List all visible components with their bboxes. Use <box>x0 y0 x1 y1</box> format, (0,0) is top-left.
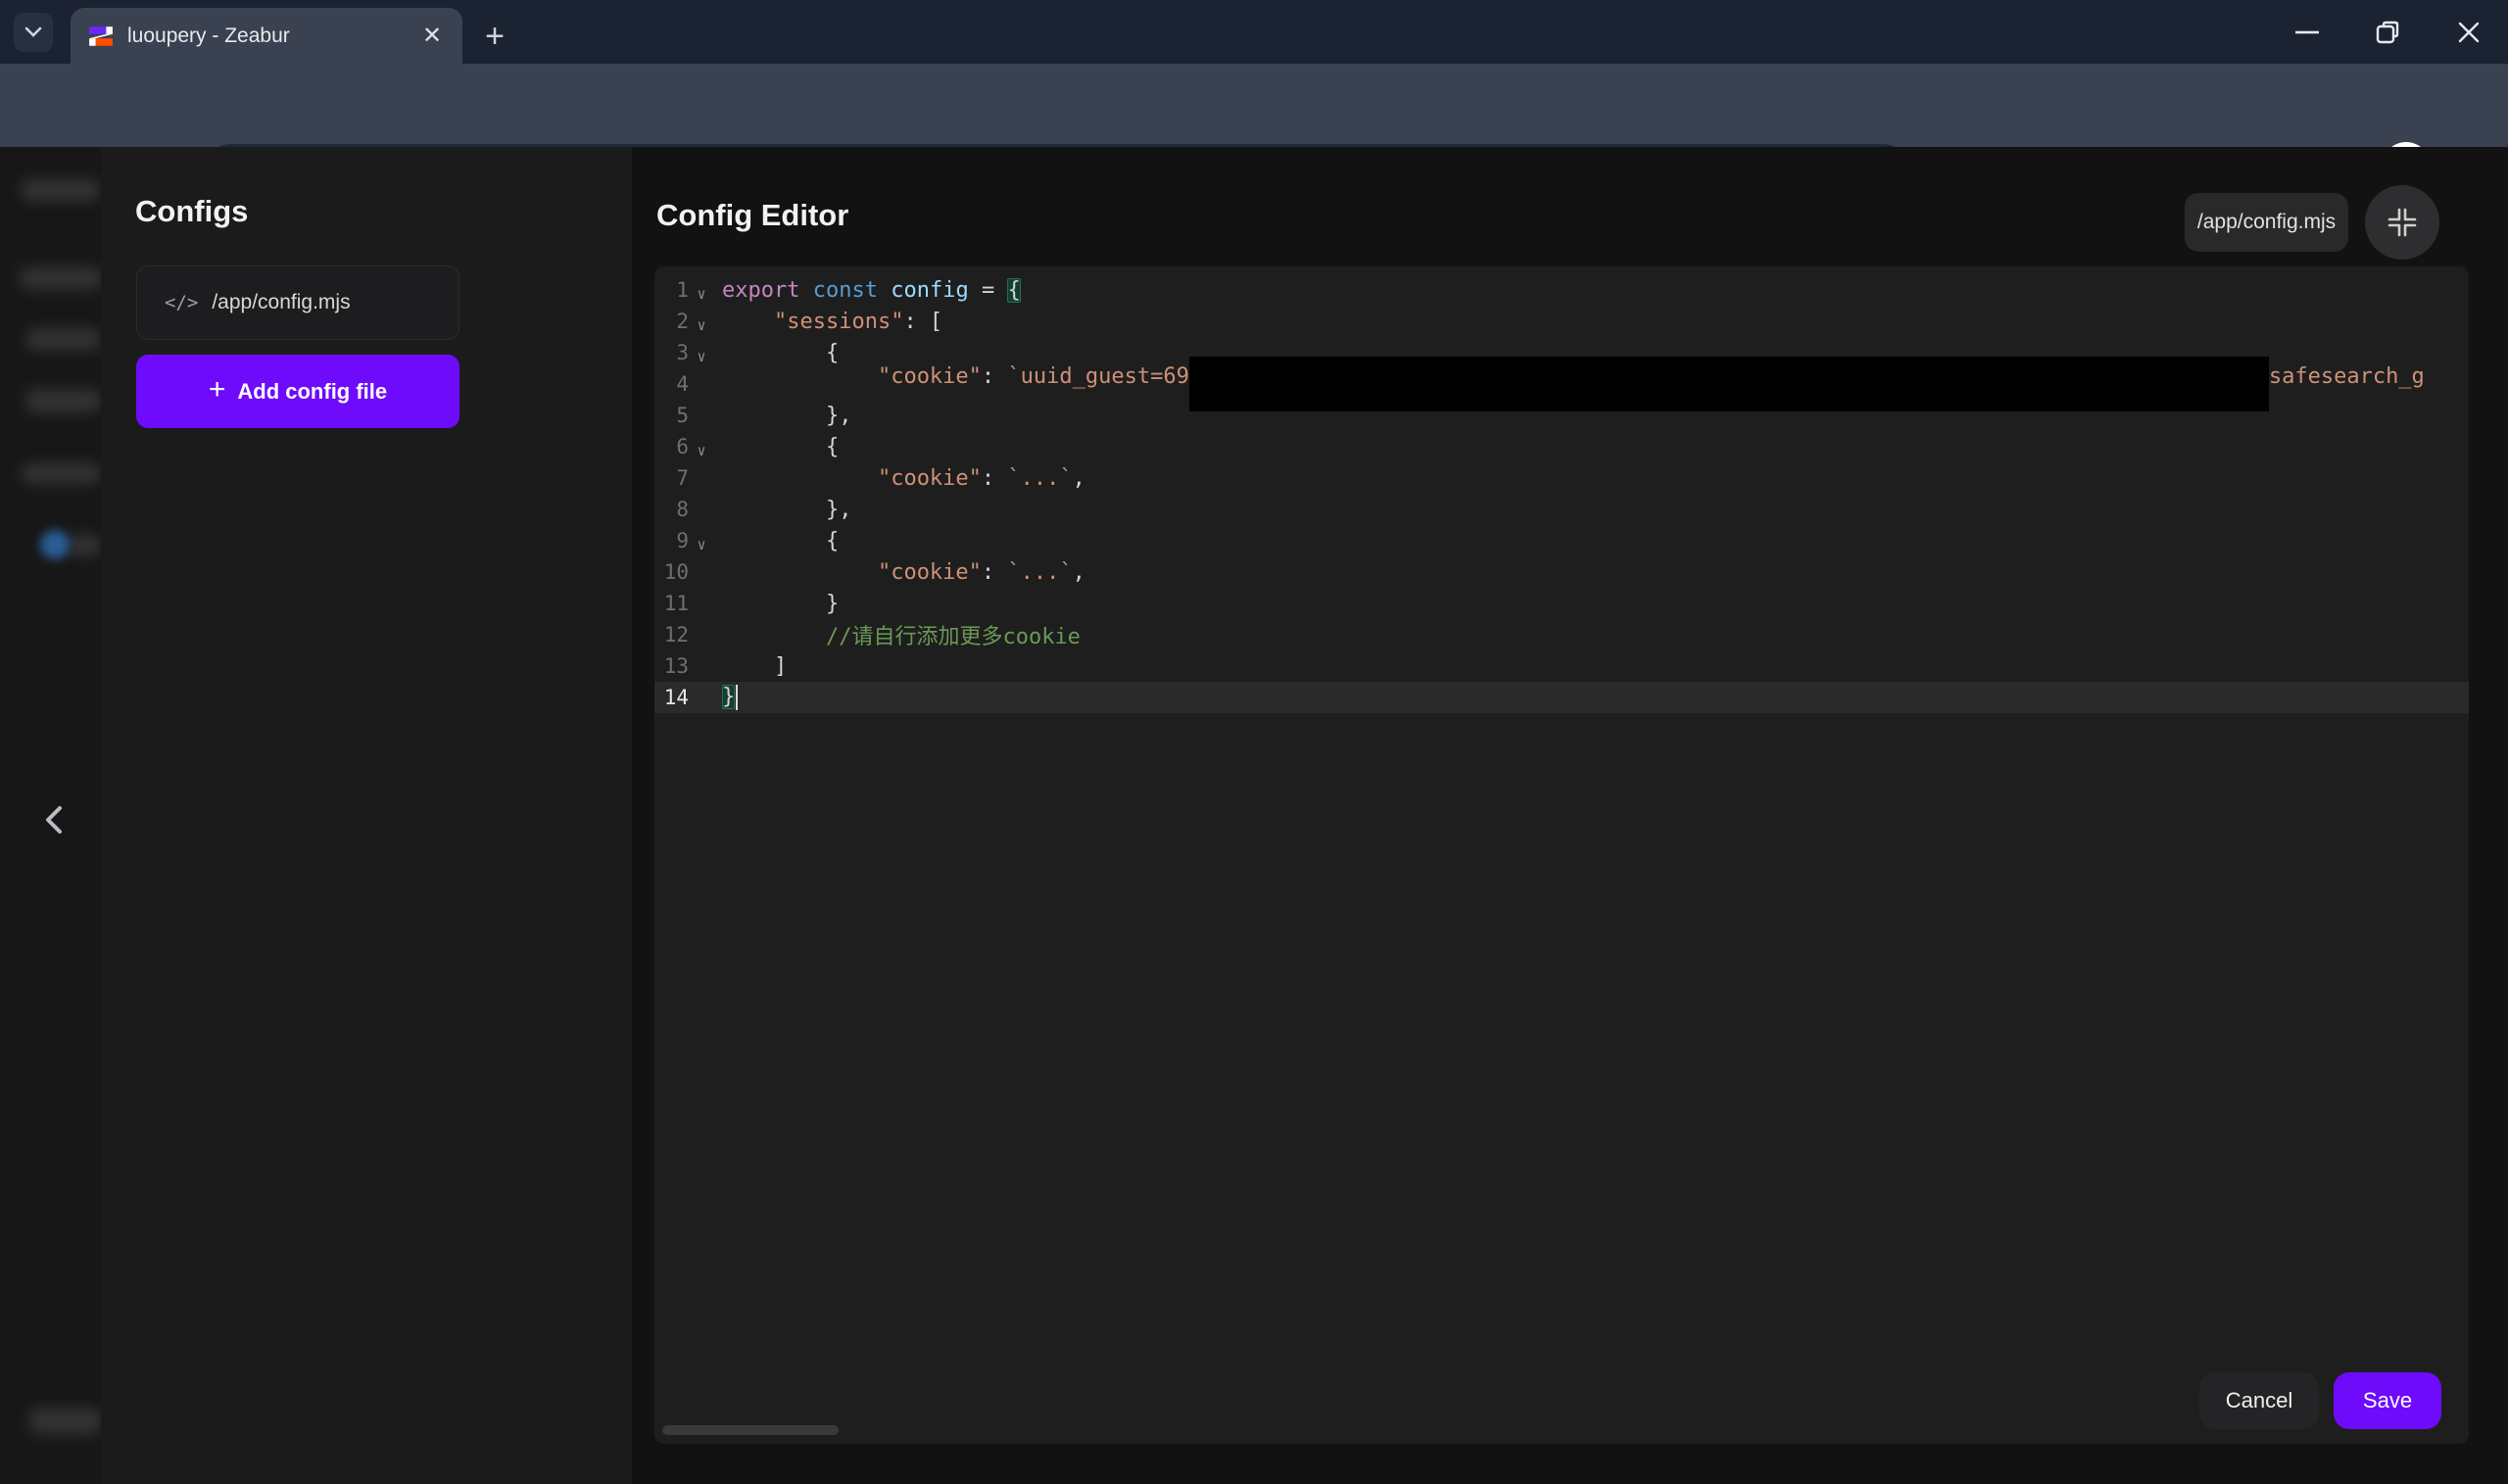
line-number: 10 <box>654 560 689 584</box>
service-status-dot <box>40 530 70 559</box>
browser-titlebar: luoupery - Zeabur ✕ + <box>0 0 2508 64</box>
code-text: }, <box>722 498 851 522</box>
tab-search-button[interactable] <box>14 13 53 52</box>
text-cursor <box>736 685 738 710</box>
fold-chevron-icon[interactable]: ∨ <box>689 285 714 303</box>
zeabur-favicon <box>88 24 114 49</box>
window-close-button[interactable] <box>2430 0 2508 64</box>
code-line-1[interactable]: 1∨ export const config = { <box>654 274 2469 306</box>
configs-panel: Configs </> /app/config.mjs + Add config… <box>101 147 632 1484</box>
close-icon <box>2458 22 2480 43</box>
code-line-7[interactable]: 7 "cookie": `...`, <box>654 462 2469 494</box>
code-line-10[interactable]: 10 "cookie": `...`, <box>654 556 2469 588</box>
sidebar-item-redacted[interactable] <box>29 1409 102 1434</box>
service-sidebar <box>0 147 101 1484</box>
sidebar-item-redacted[interactable] <box>69 535 101 556</box>
save-button[interactable]: Save <box>2334 1372 2441 1429</box>
sidebar-item-redacted[interactable] <box>20 267 103 289</box>
window-minimize-button[interactable] <box>2268 0 2346 64</box>
code-text: { <box>722 529 839 553</box>
contract-arrows-icon <box>2387 207 2418 238</box>
code-line-4[interactable]: 4 "cookie": `uuid_guest=69safesearch_g <box>654 368 2469 400</box>
sidebar-item-redacted[interactable] <box>26 328 101 350</box>
line-number: 4 <box>654 372 689 396</box>
editor-contract-button[interactable] <box>2365 185 2439 260</box>
line-number: 11 <box>654 592 689 615</box>
code-line-9[interactable]: 9∨ { <box>654 525 2469 556</box>
config-file-item[interactable]: </> /app/config.mjs <box>136 265 459 340</box>
line-number: 1 <box>654 278 689 302</box>
fold-chevron-icon[interactable]: ∨ <box>689 348 714 365</box>
line-number: 3 <box>654 341 689 364</box>
chevron-left-icon <box>43 805 65 835</box>
new-tab-button[interactable]: + <box>476 18 513 55</box>
line-number: 14 <box>654 686 689 709</box>
chevron-down-icon <box>24 26 42 38</box>
code-text: { <box>722 435 839 459</box>
code-text: "cookie": `...`, <box>722 560 1085 585</box>
code-line-2[interactable]: 2∨ "sessions": [ <box>654 306 2469 337</box>
fold-chevron-icon[interactable]: ∨ <box>689 442 714 459</box>
browser-toolbar: zeabur.com/projects/67e69330f4d95a5bf2de… <box>0 64 2508 147</box>
code-text: "sessions": [ <box>722 310 942 334</box>
sidebar-item-redacted[interactable] <box>26 389 101 412</box>
restore-icon <box>2376 21 2399 44</box>
sidebar-item-redacted[interactable] <box>22 463 101 484</box>
code-text: //请自行添加更多cookie <box>722 619 1081 650</box>
code-text: export const config = { <box>722 278 1021 303</box>
code-text: }, <box>722 404 851 428</box>
code-line-11[interactable]: 11 } <box>654 588 2469 619</box>
code-text: ] <box>722 654 787 679</box>
minimize-icon <box>2295 30 2319 34</box>
line-number: 12 <box>654 623 689 646</box>
plus-icon: + <box>209 373 226 407</box>
configs-panel-title: Configs <box>135 194 248 229</box>
code-text: } <box>722 592 839 616</box>
code-line-12[interactable]: 12 //请自行添加更多cookie <box>654 619 2469 650</box>
editor-file-badge: /app/config.mjs <box>2185 193 2348 252</box>
code-line-5[interactable]: 5 }, <box>654 400 2469 431</box>
line-number: 7 <box>654 466 689 490</box>
cancel-button[interactable]: Cancel <box>2199 1372 2319 1429</box>
line-number: 5 <box>654 404 689 427</box>
line-number: 6 <box>654 435 689 458</box>
fold-chevron-icon[interactable]: ∨ <box>689 316 714 334</box>
code-line-13[interactable]: 13 ] <box>654 650 2469 682</box>
code-editor[interactable]: 1∨export const config = {2∨ "sessions": … <box>654 266 2469 1444</box>
config-file-name: /app/config.mjs <box>212 291 350 314</box>
add-config-file-label: Add config file <box>237 379 387 405</box>
code-line-6[interactable]: 6∨ { <box>654 431 2469 462</box>
fold-chevron-icon[interactable]: ∨ <box>689 536 714 553</box>
code-text: } <box>722 685 738 710</box>
line-number: 13 <box>654 654 689 678</box>
line-number: 2 <box>654 310 689 333</box>
horizontal-scrollbar[interactable] <box>662 1425 839 1435</box>
code-text: "cookie": `...`, <box>722 466 1085 491</box>
sidebar-item-redacted[interactable] <box>22 179 100 201</box>
window-restore-button[interactable] <box>2348 0 2427 64</box>
config-editor-section: Config Editor /app/config.mjs 1∨export c… <box>632 147 2508 1484</box>
code-line-8[interactable]: 8 }, <box>654 494 2469 525</box>
code-line-14[interactable]: 14} <box>654 682 2469 713</box>
line-number: 8 <box>654 498 689 521</box>
add-config-file-button[interactable]: + Add config file <box>136 355 459 428</box>
tab-close-icon[interactable]: ✕ <box>417 22 447 51</box>
sidebar-collapse-button[interactable] <box>43 805 65 835</box>
config-editor-title: Config Editor <box>656 198 848 233</box>
tab-title: luoupery - Zeabur <box>127 24 290 48</box>
browser-tab[interactable]: luoupery - Zeabur ✕ <box>71 8 462 64</box>
code-file-icon: </> <box>165 292 198 313</box>
line-number: 9 <box>654 529 689 552</box>
